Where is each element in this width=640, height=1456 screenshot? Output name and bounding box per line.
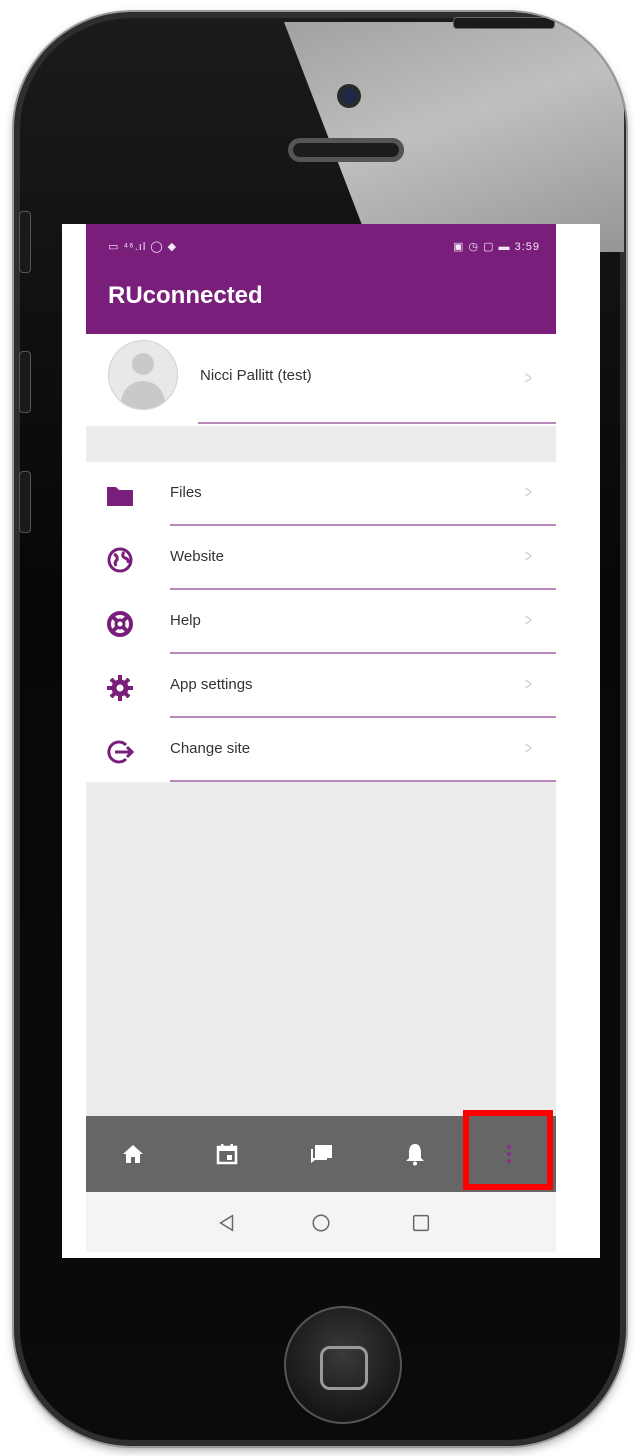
menu-item-files[interactable]: Files > [86,462,556,526]
app-title: RUconnected [108,282,263,309]
phone-screen: ▭ ⁴⁶.ıl ◯ ◆ ▣ ◷ ▢ ▬ 3:59 RUconnected Nic… [62,224,600,1258]
menu-item-label: App settings [170,676,253,693]
divider [198,422,556,424]
android-nav-bar [86,1192,556,1252]
more-menu: Files > Website > Help > App settings > … [86,462,556,782]
app-container: ▭ ⁴⁶.ıl ◯ ◆ ▣ ◷ ▢ ▬ 3:59 RUconnected Nic… [86,224,556,1252]
home-button[interactable] [284,1306,402,1424]
bell-icon [406,1144,424,1166]
chevron-right-icon: > [525,610,533,630]
chevron-right-icon: > [525,368,533,388]
chevron-right-icon: > [525,738,533,758]
status-bar-right: ▣ ◷ ▢ ▬ 3:59 [452,241,540,253]
tab-messages[interactable] [274,1116,368,1192]
folder-icon [107,487,133,506]
logout-icon [107,740,134,764]
avatar [108,340,178,410]
menu-item-change-site[interactable]: Change site > [86,718,556,782]
menu-item-label: Files [170,484,202,501]
power-button [454,18,554,28]
recents-square-icon [412,1214,430,1232]
home-nav-button[interactable] [306,1208,336,1238]
app-header: ▭ ⁴⁶.ıl ◯ ◆ ▣ ◷ ▢ ▬ 3:59 RUconnected [86,224,556,334]
tab-calendar[interactable] [180,1116,274,1192]
tab-home[interactable] [86,1116,180,1192]
bottom-tab-bar [86,1110,556,1192]
gear-icon [107,675,133,701]
recents-button[interactable] [406,1208,436,1238]
profile-row[interactable]: Nicci Pallitt (test) > [86,334,556,426]
profile-name: Nicci Pallitt (test) [200,367,312,384]
home-circle-icon [312,1214,330,1232]
lifebuoy-icon [107,611,133,637]
mute-switch [20,212,30,272]
menu-item-label: Website [170,548,224,565]
volume-up-button [20,352,30,412]
highlight-box [463,1110,553,1190]
tab-notifications[interactable] [368,1116,462,1192]
menu-item-label: Help [170,612,201,629]
chevron-right-icon: > [525,674,533,694]
messages-icon [311,1145,332,1163]
globe-icon [107,547,133,573]
home-square-icon [320,1346,368,1390]
chevron-right-icon: > [525,482,533,502]
earpiece-speaker [288,138,404,162]
divider [170,780,556,782]
calendar-icon [216,1144,238,1165]
status-bar-left: ▭ ⁴⁶.ıl ◯ ◆ [108,241,178,253]
back-triangle-icon [219,1214,234,1232]
menu-item-website[interactable]: Website > [86,526,556,590]
menu-item-app-settings[interactable]: App settings > [86,654,556,718]
phone-glare [284,22,624,252]
chevron-right-icon: > [525,546,533,566]
home-icon [123,1145,143,1163]
menu-item-label: Change site [170,740,251,757]
volume-down-button [20,472,30,532]
front-camera [341,88,357,104]
menu-item-help[interactable]: Help > [86,590,556,654]
back-button[interactable] [212,1208,242,1238]
